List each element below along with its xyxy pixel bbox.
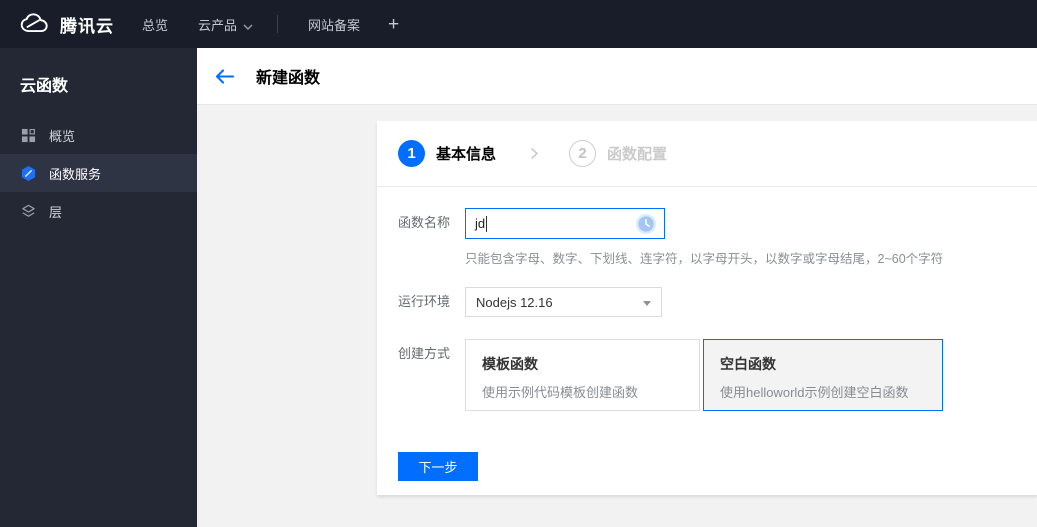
sidebar-item-function-service[interactable]: 函数服务 [0,154,197,192]
create-function-card: 1 基本信息 2 函数配置 函数名称 jd 只能包含字母、数字、下划线、连字符，… [377,121,1037,495]
add-tab-button[interactable]: + [388,15,399,34]
function-name-input[interactable]: jd [465,208,665,239]
wizard-steps: 1 基本信息 2 函数配置 [377,121,1037,187]
runtime-row: 运行环境 Nodejs 12.16 [398,287,1037,317]
layers-icon [20,203,37,220]
brand-name: 腾讯云 [60,16,114,36]
validating-clock-icon [635,213,657,240]
step-number: 1 [398,140,425,167]
nav-divider [277,15,279,33]
runtime-label: 运行环境 [398,294,451,309]
method-options: 模板函数 使用示例代码模板创建函数 空白函数 使用helloworld示例创建空… [465,339,943,411]
sidebar: 云函数 概览 函数服务 层 [0,48,197,527]
step-function-config: 2 函数配置 [569,140,667,167]
sidebar-menu: 概览 函数服务 层 [0,116,197,230]
nav-item-cloud-products[interactable]: 云产品 [198,15,253,34]
function-name-label: 函数名称 [398,215,451,230]
nav-item-overview[interactable]: 总览 [142,15,168,34]
creation-method-row: 创建方式 模板函数 使用示例代码模板创建函数 空白函数 使用helloworld… [398,339,1037,411]
tencent-cloud-logo[interactable]: 腾讯云 [18,12,114,37]
runtime-select[interactable]: Nodejs 12.16 [465,287,662,317]
basic-info-form: 函数名称 jd 只能包含字母、数字、下划线、连字符，以字母开头，以数字或字母结尾… [377,187,1037,481]
sidebar-item-overview[interactable]: 概览 [0,116,197,154]
sidebar-title: 云函数 [20,78,69,95]
nav-item-website-filing[interactable]: 网站备案 [308,15,360,34]
back-button[interactable] [215,68,234,84]
main-area: 新建函数 1 基本信息 2 函数配置 函数名称 jd 只能包含字母、数字、下划线… [197,48,1037,527]
function-name-helper: 只能包含字母、数字、下划线、连字符，以字母开头，以数字或字母结尾，2~60个字符 [465,252,944,266]
step-number: 2 [569,140,597,167]
method-option-template-function[interactable]: 模板函数 使用示例代码模板创建函数 [465,339,700,411]
cloud-logo-icon [18,12,51,36]
page-header: 新建函数 [197,48,1037,105]
sidebar-item-layers[interactable]: 层 [0,192,197,230]
chevron-down-icon [243,18,253,33]
text-cursor [486,215,488,232]
step-basic-info: 1 基本信息 [398,140,496,167]
select-arrow-icon [643,301,651,306]
function-hexagon-icon [20,165,37,182]
top-nav: 腾讯云 总览 云产品 网站备案 + [0,0,1037,48]
function-name-row: 函数名称 jd 只能包含字母、数字、下划线、连字符，以字母开头，以数字或字母结尾… [398,208,1037,267]
page-title: 新建函数 [256,70,321,87]
next-step-button[interactable]: 下一步 [398,452,478,481]
method-option-blank-function[interactable]: 空白函数 使用helloworld示例创建空白函数 [703,339,943,411]
content: 1 基本信息 2 函数配置 函数名称 jd 只能包含字母、数字、下划线、连字符，… [197,105,1037,526]
chevron-right-icon [530,147,539,160]
grid-icon [20,127,37,144]
creation-method-label: 创建方式 [398,346,451,361]
